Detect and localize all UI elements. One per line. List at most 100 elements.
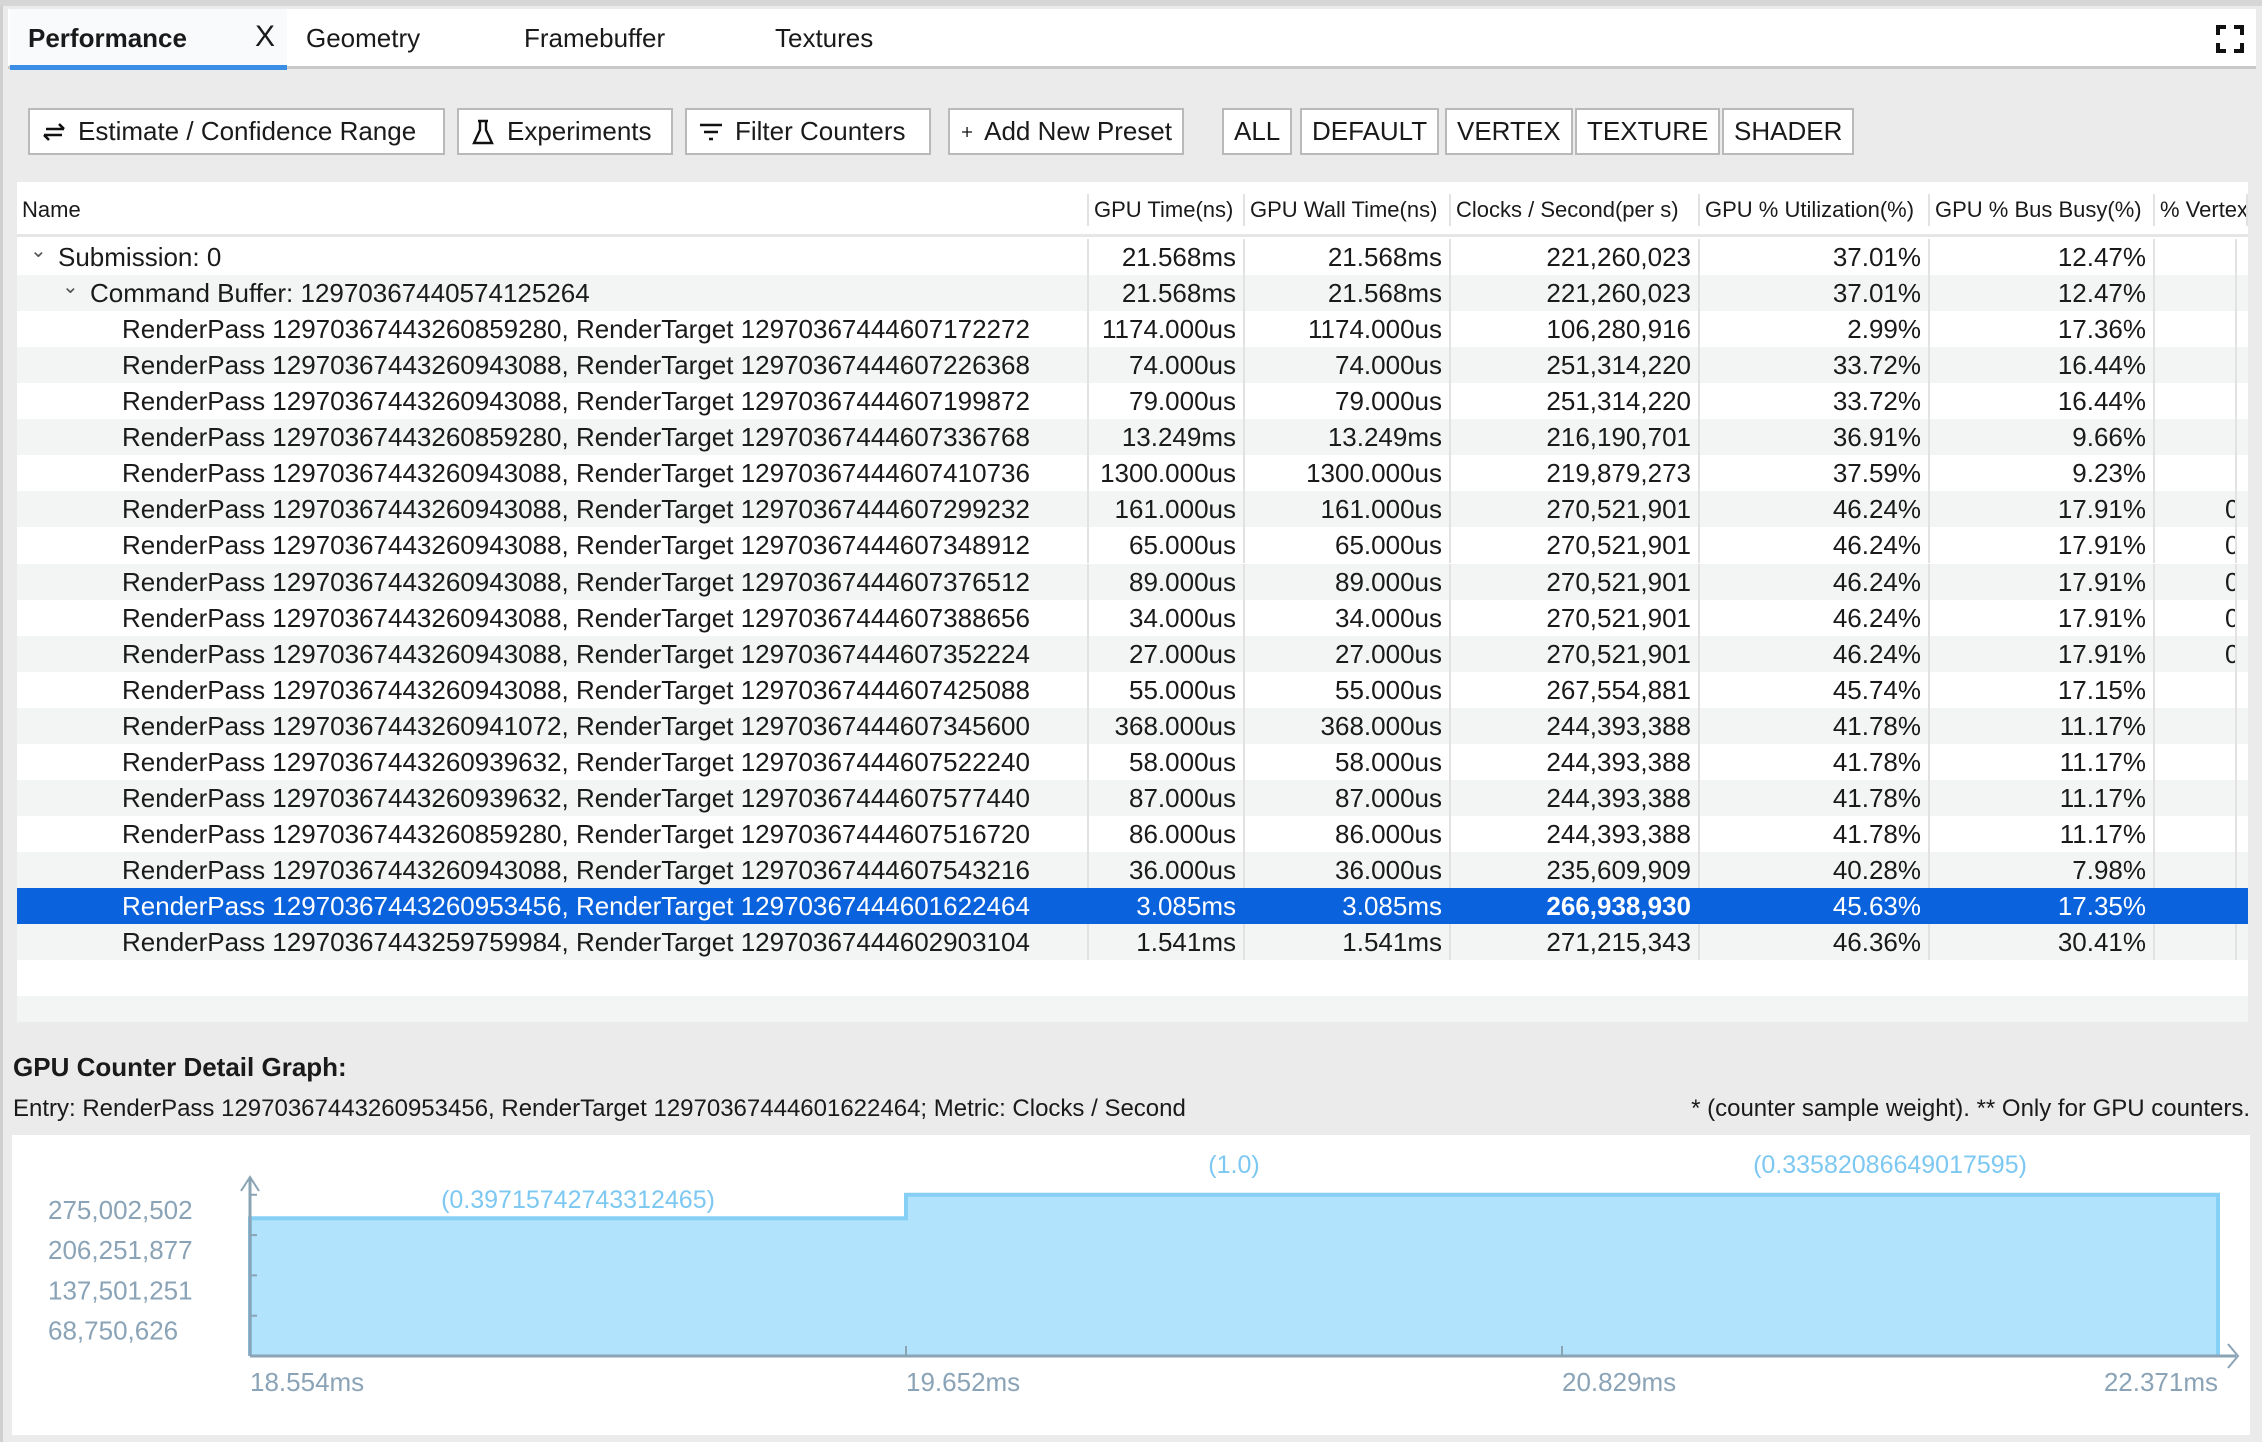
cell-text: 2.99% bbox=[1847, 314, 1921, 345]
column-header[interactable]: GPU % Utilization(%) bbox=[1700, 194, 1930, 226]
column-header[interactable]: Clocks / Second(per s) bbox=[1451, 194, 1700, 226]
cell-text: 11.17% bbox=[2059, 710, 2146, 741]
cell-text: 244,393,388 bbox=[1546, 818, 1691, 849]
tab-framebuffer[interactable]: Framebuffer bbox=[524, 9, 665, 69]
table-cell: 17.91% bbox=[1930, 527, 2155, 564]
cell-text: 244,393,388 bbox=[1546, 782, 1691, 813]
table-row-selected[interactable]: RenderPass 12970367443260953456, RenderT… bbox=[17, 888, 2248, 925]
table-row[interactable]: RenderPass 12970367443260943088, RenderT… bbox=[17, 599, 2248, 636]
cell-text: 251,314,220 bbox=[1546, 386, 1691, 417]
column-header[interactable]: Name bbox=[17, 194, 1089, 226]
column-header[interactable]: GPU Wall Time(ns) bbox=[1245, 194, 1451, 226]
cell-text: 251,314,220 bbox=[1546, 350, 1691, 381]
table-row[interactable]: RenderPass 12970367443260943088, RenderT… bbox=[17, 455, 2248, 492]
table-cell: RenderPass 12970367443260859280, RenderT… bbox=[17, 815, 1089, 852]
table-row[interactable]: RenderPass 12970367443260943088, RenderT… bbox=[17, 671, 2248, 708]
filter-counters-button[interactable]: Filter Counters bbox=[685, 108, 931, 155]
cell-text: RenderPass 12970367443260943088, RenderT… bbox=[122, 458, 1030, 489]
cell-text: 21.568ms bbox=[1121, 242, 1236, 272]
table-row[interactable]: RenderPass 12970367443260939632, RenderT… bbox=[17, 743, 2248, 780]
table-cell: 17.91% bbox=[1930, 599, 2155, 636]
cell-text: 270,521,901 bbox=[1546, 566, 1691, 597]
table-cell: 89.000us bbox=[1245, 563, 1451, 600]
step-area-segment bbox=[1562, 1194, 2218, 1356]
table-cell bbox=[2155, 743, 2237, 780]
cell-text: RenderPass 12970367443260943088, RenderT… bbox=[122, 674, 1030, 705]
table-row[interactable]: RenderPass 12970367443260943088, RenderT… bbox=[17, 852, 2248, 889]
cell-text: 17.91% bbox=[2057, 494, 2146, 525]
preset-all-button[interactable]: ALL bbox=[1222, 108, 1293, 155]
estimate-confidence-button[interactable]: Estimate / Confidence Range bbox=[28, 108, 445, 155]
table-cell: 37.01% bbox=[1700, 275, 1930, 312]
close-icon[interactable]: X bbox=[255, 9, 275, 65]
table-cell: 266,938,930 bbox=[1451, 888, 1700, 925]
table-cell: RenderPass 12970367443260943088, RenderT… bbox=[17, 563, 1089, 600]
table-row[interactable]: ⌄ Command Buffer: 12970367440574125264 21.… bbox=[17, 275, 2248, 312]
fullscreen-icon[interactable] bbox=[2216, 25, 2244, 53]
table-cell: 87.000us bbox=[1089, 779, 1245, 816]
preset-texture-button[interactable]: TEXTURE bbox=[1575, 108, 1721, 155]
table-row[interactable]: RenderPass 12970367443260943088, RenderT… bbox=[17, 491, 2248, 528]
cell-text: RenderPass 12970367443260939632, RenderT… bbox=[122, 746, 1030, 777]
column-header[interactable]: GPU Time(ns) bbox=[1089, 194, 1245, 226]
cell-text: 36.000us bbox=[1335, 855, 1442, 886]
table-cell: 16.44% bbox=[1930, 347, 2155, 384]
table-cell: 216,190,701 bbox=[1451, 419, 1700, 456]
graph-panel: (0.39715742743312465) (1.0) (0.33582086649… bbox=[12, 1135, 2250, 1435]
table-row[interactable]: RenderPass 12970367443260859280, RenderT… bbox=[17, 419, 2248, 456]
table-row[interactable]: RenderPass 12970367443260859280, RenderT… bbox=[17, 815, 2248, 852]
table-cell: 41.78% bbox=[1700, 815, 1930, 852]
table-cell bbox=[2155, 671, 2237, 708]
column-header[interactable]: % Vertex bbox=[2155, 194, 2248, 226]
table-row[interactable]: RenderPass 12970367443260943088, RenderT… bbox=[17, 635, 2248, 672]
table-cell: 9.66% bbox=[1930, 419, 2155, 456]
experiments-button[interactable]: Experiments bbox=[457, 108, 673, 155]
table-row[interactable]: RenderPass 12970367443260943088, RenderT… bbox=[17, 347, 2248, 384]
cell-text: 37.01% bbox=[1832, 242, 1921, 272]
column-header[interactable]: GPU % Bus Busy(%) bbox=[1930, 194, 2155, 226]
tab-performance[interactable]: Performance X bbox=[10, 9, 287, 70]
cell-text: 221,260,023 bbox=[1546, 278, 1691, 309]
preset-shader-button[interactable]: SHADER bbox=[1722, 108, 1855, 155]
tab-textures[interactable]: Textures bbox=[775, 9, 873, 69]
table-cell bbox=[2155, 383, 2237, 420]
table-row[interactable]: RenderPass 12970367443260859280, RenderT… bbox=[17, 311, 2248, 348]
cell-text: 17.36% bbox=[2057, 314, 2146, 345]
cell-text: RenderPass 12970367443260943088, RenderT… bbox=[122, 566, 1030, 597]
table-cell: 65.000us bbox=[1245, 527, 1451, 564]
table-cell: 3.085ms bbox=[1245, 888, 1451, 925]
table-cell: 41.78% bbox=[1700, 779, 1930, 816]
table-cell: RenderPass 12970367443260943088, RenderT… bbox=[17, 599, 1089, 636]
table-row[interactable]: RenderPass 12970367443260943088, RenderT… bbox=[17, 527, 2248, 564]
x-tick-label: 19.652ms bbox=[906, 1367, 1020, 1397]
table-cell: 2.99% bbox=[1700, 311, 1930, 348]
table-row[interactable]: RenderPass 12970367443260943088, RenderT… bbox=[17, 563, 2248, 600]
preset-default-button[interactable]: DEFAULT bbox=[1300, 108, 1440, 155]
cell-text: RenderPass 12970367443260943088, RenderT… bbox=[122, 386, 1030, 417]
cell-text: Command Buffer: 12970367440574125264 bbox=[90, 278, 590, 309]
table-row[interactable]: RenderPass 12970367443260939632, RenderT… bbox=[17, 779, 2248, 816]
cell-text: 9.66% bbox=[2072, 422, 2146, 453]
cell-text: 45.74% bbox=[1832, 674, 1921, 705]
preset-vertex-button[interactable]: VERTEX bbox=[1445, 108, 1573, 155]
table-cell: 46.36% bbox=[1700, 924, 1930, 961]
table-row[interactable]: RenderPass 12970367443259759984, RenderT… bbox=[17, 924, 2248, 961]
cell-text: 46.24% bbox=[1832, 494, 1921, 525]
table-cell: 368.000us bbox=[1245, 707, 1451, 744]
chevron-down-icon[interactable]: ⌄ bbox=[62, 275, 79, 305]
table-cell: RenderPass 12970367443260943088, RenderT… bbox=[17, 527, 1089, 564]
table-cell: 1300.000us bbox=[1089, 455, 1245, 492]
table-row[interactable]: ⌄ Submission: 0 21.568ms 21.568ms 221,260,02… bbox=[17, 239, 2248, 275]
weight-label: (0.39715742743312465) bbox=[441, 1186, 715, 1214]
y-tick-label: 137,501,251 bbox=[48, 1275, 193, 1305]
counter-detail-chart: (0.39715742743312465) (1.0) (0.33582086649… bbox=[48, 1151, 2240, 1397]
table-cell: 17.36% bbox=[1930, 311, 2155, 348]
add-new-preset-button[interactable]: Add New Preset bbox=[948, 108, 1184, 155]
tab-geometry[interactable]: Geometry bbox=[306, 9, 420, 69]
chevron-down-icon[interactable]: ⌄ bbox=[30, 239, 47, 269]
table-row[interactable]: RenderPass 12970367443260941072, RenderT… bbox=[17, 707, 2248, 744]
table-cell: 267,554,881 bbox=[1451, 671, 1700, 708]
table-cell bbox=[2155, 455, 2237, 492]
table-cell: 87.000us bbox=[1245, 779, 1451, 816]
table-row[interactable]: RenderPass 12970367443260943088, RenderT… bbox=[17, 383, 2248, 420]
